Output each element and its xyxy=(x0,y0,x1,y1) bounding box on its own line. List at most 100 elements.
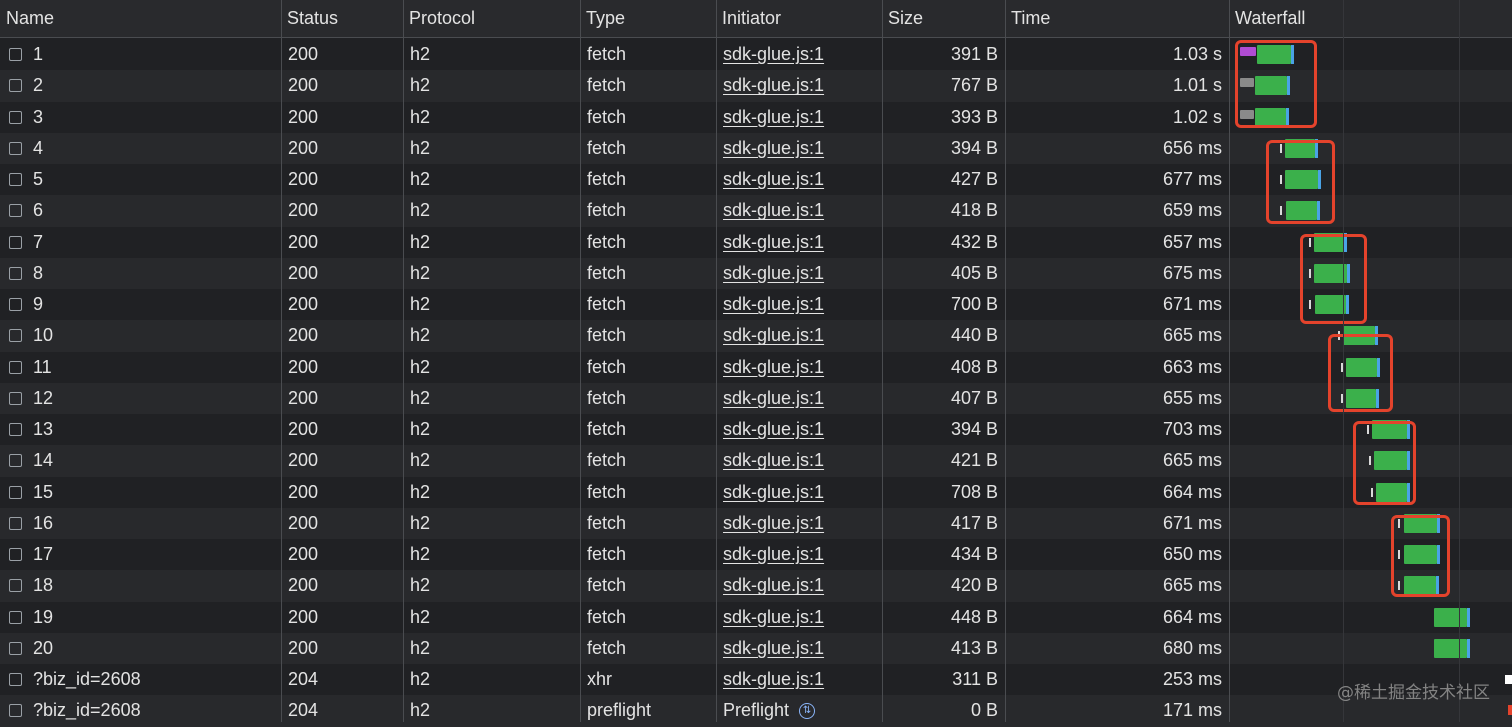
initiator-link[interactable]: sdk-glue.js:1 xyxy=(723,138,824,158)
column-header-status[interactable]: Status xyxy=(281,0,403,38)
table-row[interactable]: 17 200 h2 fetch sdk-glue.js:1 434 B 650 ms xyxy=(0,539,1512,571)
column-header-time[interactable]: Time xyxy=(1005,0,1229,38)
request-name[interactable]: 8 xyxy=(33,258,43,289)
request-name[interactable]: 4 xyxy=(33,133,43,164)
request-name[interactable]: 18 xyxy=(33,570,53,601)
request-name[interactable]: 15 xyxy=(33,477,53,508)
request-name[interactable]: 10 xyxy=(33,320,53,351)
table-row[interactable]: 16 200 h2 fetch sdk-glue.js:1 417 B 671 ms xyxy=(0,507,1512,539)
row-checkbox[interactable] xyxy=(9,548,22,561)
initiator-link[interactable]: sdk-glue.js:1 xyxy=(723,575,824,595)
row-checkbox[interactable] xyxy=(9,110,22,124)
request-name[interactable]: 19 xyxy=(33,602,53,633)
column-header-size[interactable]: Size xyxy=(882,0,1005,38)
row-checkbox[interactable] xyxy=(9,516,22,530)
initiator-link[interactable]: sdk-glue.js:1 xyxy=(723,169,824,189)
preflight-icon[interactable]: ⇅ xyxy=(799,702,816,719)
row-checkbox[interactable] xyxy=(9,79,22,93)
row-checkbox[interactable] xyxy=(9,266,22,280)
row-checkbox[interactable] xyxy=(9,204,22,218)
column-header-type[interactable]: Type xyxy=(580,0,716,38)
initiator-link[interactable]: sdk-glue.js:1 xyxy=(723,388,824,408)
cell-type-text: fetch xyxy=(587,637,627,658)
request-name[interactable]: 17 xyxy=(33,539,53,570)
row-checkbox[interactable] xyxy=(9,391,22,405)
request-name[interactable]: 14 xyxy=(33,445,53,476)
row-checkbox[interactable] xyxy=(9,454,22,468)
column-divider[interactable] xyxy=(1005,0,1006,722)
request-name[interactable]: 1 xyxy=(33,39,43,70)
initiator-link[interactable]: sdk-glue.js:1 xyxy=(723,544,824,564)
initiator-link[interactable]: sdk-glue.js:1 xyxy=(723,513,824,533)
initiator-link[interactable]: sdk-glue.js:1 xyxy=(723,482,824,502)
initiator-link[interactable]: sdk-glue.js:1 xyxy=(723,263,824,283)
cell-status: 200 xyxy=(281,164,403,195)
column-header-initiator[interactable]: Initiator xyxy=(716,0,882,38)
row-checkbox[interactable] xyxy=(9,610,22,624)
column-divider[interactable] xyxy=(281,0,282,722)
request-name[interactable]: 12 xyxy=(33,383,53,414)
column-header-name[interactable]: Name xyxy=(0,0,281,38)
table-row[interactable]: 20 200 h2 fetch sdk-glue.js:1 413 B 680 ms xyxy=(0,632,1512,664)
request-name[interactable]: 2 xyxy=(33,70,43,101)
request-name[interactable]: 13 xyxy=(33,414,53,445)
request-name[interactable]: ?biz_id=2608 xyxy=(33,664,141,695)
table-row[interactable]: 19 200 h2 fetch sdk-glue.js:1 448 B 664 ms xyxy=(0,601,1512,633)
initiator-link[interactable]: sdk-glue.js:1 xyxy=(723,638,824,658)
request-name[interactable]: 11 xyxy=(33,352,52,383)
initiator-link[interactable]: sdk-glue.js:1 xyxy=(723,607,824,627)
request-name[interactable]: 3 xyxy=(33,102,43,133)
row-checkbox[interactable] xyxy=(9,298,22,311)
initiator-link[interactable]: sdk-glue.js:1 xyxy=(723,450,824,470)
initiator-link[interactable]: sdk-glue.js:1 xyxy=(723,200,824,220)
column-divider[interactable] xyxy=(1229,0,1230,722)
row-checkbox[interactable] xyxy=(9,235,22,249)
table-row[interactable]: 10 200 h2 fetch sdk-glue.js:1 440 B 665 ms xyxy=(0,320,1512,352)
initiator-link[interactable]: sdk-glue.js:1 xyxy=(723,325,824,345)
initiator-link[interactable]: sdk-glue.js:1 xyxy=(723,419,824,439)
row-checkbox[interactable] xyxy=(9,360,22,374)
table-row[interactable]: 12 200 h2 fetch sdk-glue.js:1 407 B 655 ms xyxy=(0,382,1512,414)
table-row[interactable]: 8 200 h2 fetch sdk-glue.js:1 405 B 675 ms xyxy=(0,257,1512,289)
row-checkbox[interactable] xyxy=(9,173,22,186)
request-name[interactable]: 6 xyxy=(33,195,43,226)
row-checkbox[interactable] xyxy=(9,485,22,499)
row-checkbox[interactable] xyxy=(9,48,22,61)
row-checkbox[interactable] xyxy=(9,141,22,155)
initiator-link[interactable]: sdk-glue.js:1 xyxy=(723,294,824,314)
row-checkbox[interactable] xyxy=(9,579,22,593)
cell-initiator: sdk-glue.js:1 xyxy=(716,414,882,445)
initiator-link[interactable]: sdk-glue.js:1 xyxy=(723,232,824,252)
column-divider[interactable] xyxy=(716,0,717,722)
initiator-link[interactable]: sdk-glue.js:1 xyxy=(723,107,824,127)
column-header-waterfall[interactable]: Waterfall xyxy=(1229,0,1512,38)
table-row[interactable]: 18 200 h2 fetch sdk-glue.js:1 420 B 665 ms xyxy=(0,570,1512,602)
table-row[interactable]: ?biz_id=2608 204 h2 xhr sdk-glue.js:1 311 B 25… xyxy=(0,664,1512,696)
initiator-link[interactable]: sdk-glue.js:1 xyxy=(723,75,824,95)
request-name[interactable]: 9 xyxy=(33,289,43,320)
table-row[interactable]: 11 200 h2 fetch sdk-glue.js:1 408 B 663 ms xyxy=(0,351,1512,383)
initiator-link[interactable]: sdk-glue.js:1 xyxy=(723,44,824,64)
cell-name: 5 xyxy=(0,164,281,195)
request-name[interactable]: 7 xyxy=(33,227,43,258)
row-checkbox[interactable] xyxy=(9,673,22,686)
cell-size-text: 427 B xyxy=(950,169,998,189)
row-checkbox[interactable] xyxy=(9,329,22,343)
initiator-link[interactable]: sdk-glue.js:1 xyxy=(723,669,824,689)
request-name[interactable]: 5 xyxy=(33,164,43,195)
table-row[interactable]: 13 200 h2 fetch sdk-glue.js:1 394 B 703 ms xyxy=(0,414,1512,446)
column-divider[interactable] xyxy=(882,0,883,722)
column-header-protocol[interactable]: Protocol xyxy=(403,0,580,38)
column-divider[interactable] xyxy=(403,0,404,722)
initiator-link[interactable]: sdk-glue.js:1 xyxy=(723,357,824,377)
row-checkbox[interactable] xyxy=(9,423,22,436)
table-row[interactable]: 7 200 h2 fetch sdk-glue.js:1 432 B 657 ms xyxy=(0,226,1512,258)
table-row[interactable]: 15 200 h2 fetch sdk-glue.js:1 708 B 664 ms xyxy=(0,476,1512,508)
request-name[interactable]: 16 xyxy=(33,508,53,539)
row-checkbox[interactable] xyxy=(9,704,22,718)
table-row[interactable]: 9 200 h2 fetch sdk-glue.js:1 700 B 671 ms xyxy=(0,289,1512,321)
request-name[interactable]: 20 xyxy=(33,633,53,664)
table-row[interactable]: 14 200 h2 fetch sdk-glue.js:1 421 B 665 ms xyxy=(0,445,1512,477)
row-checkbox[interactable] xyxy=(9,641,22,655)
column-divider[interactable] xyxy=(580,0,581,722)
